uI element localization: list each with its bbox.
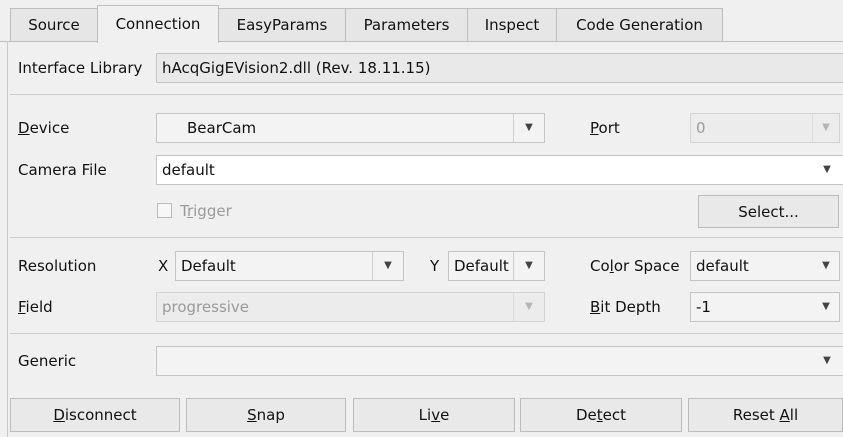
panel-border: [7, 41, 8, 437]
device-value: BearCam: [187, 119, 257, 137]
color-space-value: default: [696, 257, 749, 275]
tab-code-generation[interactable]: Code Generation: [556, 8, 723, 41]
port-combo[interactable]: 0 ▼: [690, 113, 840, 143]
tab-label: EasyParams: [236, 16, 328, 34]
divider: [10, 333, 843, 334]
live-button[interactable]: Live: [353, 398, 515, 432]
port-label: Port: [590, 119, 620, 137]
chevron-down-icon[interactable]: ▼: [372, 252, 403, 280]
chevron-down-icon[interactable]: ▼: [513, 114, 544, 142]
camera-file-label: Camera File: [18, 161, 107, 179]
chevron-down-icon[interactable]: ▼: [513, 293, 544, 321]
tab-label: Parameters: [363, 16, 450, 34]
field-combo[interactable]: progressive ▼: [156, 292, 545, 322]
resolution-x-label: X: [158, 257, 169, 275]
port-value: 0: [696, 119, 706, 137]
chevron-down-icon[interactable]: ▼: [813, 293, 839, 321]
chevron-down-icon[interactable]: ▼: [812, 156, 842, 184]
detect-button[interactable]: Detect: [520, 398, 682, 432]
tab-label: Source: [28, 16, 80, 34]
tab-label: Code Generation: [576, 16, 703, 34]
tab-source[interactable]: Source: [10, 8, 98, 41]
bit-depth-value: -1: [696, 298, 711, 316]
field-value: progressive: [162, 298, 250, 316]
interface-library-field: hAcqGigEVision2.dll (Rev. 18.11.15): [156, 53, 843, 83]
resolution-y-value: Default: [454, 257, 509, 275]
resolution-y-label: Y: [430, 257, 440, 275]
chevron-down-icon[interactable]: ▼: [813, 252, 839, 280]
reset-all-button[interactable]: Reset All: [688, 398, 843, 432]
resolution-label: Resolution: [18, 257, 97, 275]
tab-connection[interactable]: Connection: [97, 5, 219, 43]
bit-depth-label: Bit Depth: [590, 298, 661, 316]
device-label: Device: [18, 119, 70, 137]
generic-label: Generic: [18, 352, 77, 370]
resolution-x-combo[interactable]: Default ▼: [175, 251, 404, 281]
divider: [10, 94, 843, 95]
select-button[interactable]: Select...: [698, 195, 839, 228]
color-space-combo[interactable]: default ▼: [690, 251, 840, 281]
camera-file-value: default: [162, 161, 215, 179]
divider: [10, 237, 843, 238]
device-combo[interactable]: BearCam ▼: [156, 113, 545, 143]
generic-combo[interactable]: ▼: [156, 346, 843, 376]
trigger-checkbox[interactable]: [157, 203, 172, 218]
tab-easyparams[interactable]: EasyParams: [218, 8, 346, 41]
camera-file-combo[interactable]: default ▼: [156, 155, 843, 185]
chevron-down-icon[interactable]: ▼: [812, 347, 842, 375]
disconnect-button[interactable]: Disconnect: [10, 398, 180, 432]
resolution-x-value: Default: [181, 257, 236, 275]
chevron-down-icon[interactable]: ▼: [812, 114, 839, 142]
tab-label: Connection: [115, 15, 201, 33]
tab-parameters[interactable]: Parameters: [345, 8, 468, 41]
field-label: Field: [18, 298, 53, 316]
snap-button[interactable]: Snap: [186, 398, 346, 432]
resolution-y-combo[interactable]: Default ▼: [448, 251, 545, 281]
tab-inspect[interactable]: Inspect: [467, 8, 557, 41]
bit-depth-combo[interactable]: -1 ▼: [690, 292, 840, 322]
tab-label: Inspect: [484, 16, 540, 34]
trigger-label: Trigger: [180, 202, 232, 220]
tab-bar: Source Connection EasyParams Parameters …: [0, 0, 843, 43]
color-space-label: Color Space: [590, 257, 680, 275]
chevron-down-icon[interactable]: ▼: [513, 252, 544, 280]
interface-library-label: Interface Library: [18, 59, 143, 77]
